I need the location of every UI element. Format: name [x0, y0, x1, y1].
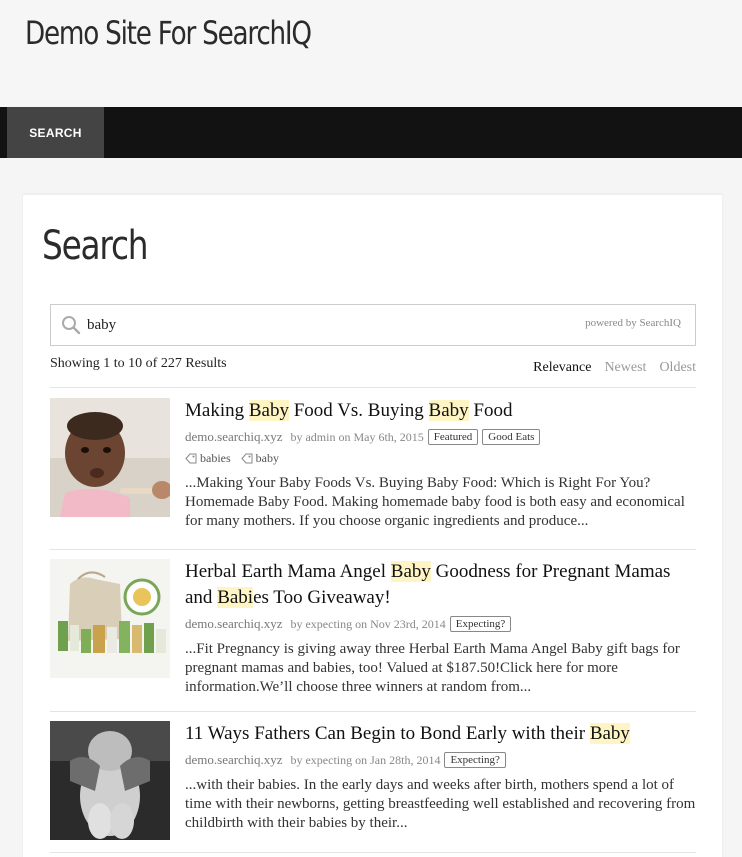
main-navbar: SEARCH	[0, 107, 742, 158]
tag-icon	[185, 453, 197, 464]
tag-babies[interactable]: babies	[185, 451, 231, 466]
category-badge[interactable]: Expecting?	[444, 752, 506, 768]
result-title[interactable]: Making Baby Food Vs. Buying Baby Food	[185, 398, 697, 424]
category-badge[interactable]: Featured	[427, 429, 479, 445]
result-byline: by expecting on Jan 28th, 2014	[290, 752, 441, 767]
result-domain: demo.searchiq.xyz	[185, 429, 283, 444]
divider	[50, 549, 696, 550]
site-header: Demo Site For SearchIQ	[0, 0, 742, 107]
result-body: Making Baby Food Vs. Buying Baby Food de…	[185, 398, 697, 531]
result-meta: demo.searchiq.xyz by expecting on Jan 28…	[185, 752, 697, 768]
sort-newest[interactable]: Newest	[604, 360, 646, 375]
divider	[50, 711, 696, 712]
result-thumbnail[interactable]	[50, 559, 170, 678]
sort-options: Relevance Newest Oldest	[520, 360, 696, 376]
result-snippet: ...Making Your Baby Foods Vs. Buying Bab…	[185, 475, 685, 529]
search-box[interactable]: powered by SearchIQ	[50, 304, 696, 346]
page-title: Search	[42, 223, 149, 269]
nav-item-search[interactable]: SEARCH	[7, 107, 104, 158]
tag-icon	[240, 453, 253, 464]
site-title[interactable]: Demo Site For SearchIQ	[25, 14, 312, 52]
sort-oldest[interactable]: Oldest	[659, 360, 696, 375]
category-badge[interactable]: Expecting?	[449, 616, 512, 632]
category-badge[interactable]: Good Eats	[482, 429, 541, 445]
result-byline: by admin on May 6th, 2015	[290, 429, 424, 444]
search-icon	[62, 316, 81, 335]
content-card: Search powered by SearchIQ Showing 1 to …	[23, 194, 722, 857]
result-byline: by expecting on Nov 23rd, 2014	[290, 616, 446, 631]
divider	[50, 387, 696, 388]
result-thumbnail[interactable]	[50, 721, 170, 840]
search-input[interactable]	[87, 311, 567, 339]
result-title[interactable]: 11 Ways Fathers Can Begin to Bond Early …	[185, 721, 697, 747]
tag-baby[interactable]: baby	[240, 451, 279, 466]
result-meta: demo.searchiq.xyz by admin on May 6th, 2…	[185, 429, 697, 445]
result-thumbnail[interactable]	[50, 398, 170, 517]
divider	[50, 852, 696, 853]
result-meta: demo.searchiq.xyz by expecting on Nov 23…	[185, 616, 697, 632]
result-title[interactable]: Herbal Earth Mama Angel Baby Goodness fo…	[185, 559, 697, 611]
result-body: 11 Ways Fathers Can Begin to Bond Early …	[185, 721, 697, 833]
result-body: Herbal Earth Mama Angel Baby Goodness fo…	[185, 559, 697, 697]
result-snippet: ...with their babies. In the early days …	[185, 777, 696, 831]
result-domain: demo.searchiq.xyz	[185, 616, 283, 631]
sort-relevance[interactable]: Relevance	[533, 360, 591, 375]
result-snippet: ...Fit Pregnancy is giving away three He…	[185, 641, 680, 695]
results-count: Showing 1 to 10 of 227 Results	[50, 356, 227, 371]
result-domain: demo.searchiq.xyz	[185, 752, 283, 767]
result-tags: babies baby	[185, 451, 697, 466]
powered-by-label[interactable]: powered by SearchIQ	[585, 317, 681, 329]
